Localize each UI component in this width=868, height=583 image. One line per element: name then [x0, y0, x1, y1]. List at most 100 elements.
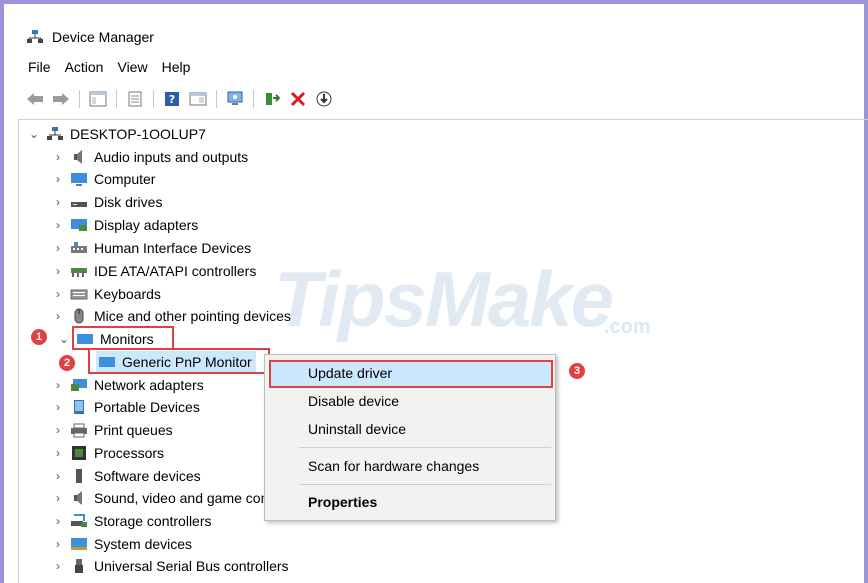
- system-device-icon: [70, 536, 88, 552]
- tree-item-label: Universal Serial Bus controllers: [94, 558, 289, 574]
- portable-device-icon: [70, 399, 88, 415]
- chevron-right-icon[interactable]: ›: [52, 514, 64, 528]
- menu-item-scan-hardware[interactable]: Scan for hardware changes: [308, 458, 479, 474]
- tree-root[interactable]: ⌄ DESKTOP-1OOLUP7: [28, 123, 206, 145]
- tree-item-display-adapters[interactable]: › Display adapters: [52, 214, 198, 236]
- tree-item-hid[interactable]: › Human Interface Devices: [52, 237, 251, 259]
- speaker-icon: [70, 490, 88, 506]
- title-bar: Device Manager: [26, 26, 154, 48]
- computer-network-icon: [46, 126, 64, 142]
- chevron-right-icon[interactable]: ›: [52, 287, 64, 301]
- chevron-right-icon[interactable]: ›: [52, 218, 64, 232]
- tree-item-label: Processors: [94, 445, 165, 461]
- toolbar-separator: [79, 90, 80, 108]
- processor-icon: [70, 445, 88, 461]
- scan-hardware-icon[interactable]: [224, 88, 246, 110]
- tree-item-label: Print queues: [94, 422, 173, 438]
- menu-item-disable-device[interactable]: Disable device: [308, 393, 399, 409]
- toolbar-separator: [253, 90, 254, 108]
- callout-badge-2: 2: [58, 354, 76, 372]
- window-title: Device Manager: [52, 29, 154, 45]
- menu-view[interactable]: View: [117, 59, 147, 75]
- menu-item-uninstall-device[interactable]: Uninstall device: [308, 421, 406, 437]
- menu-item-update-driver[interactable]: Update driver: [308, 365, 392, 381]
- help-icon[interactable]: ?: [161, 88, 183, 110]
- keyboard-icon: [70, 286, 88, 302]
- context-menu: Update driver Disable device Uninstall d…: [264, 354, 556, 521]
- usb-icon: [70, 558, 88, 574]
- tree-item-usb[interactable]: › Universal Serial Bus controllers: [52, 555, 289, 577]
- speaker-icon: [70, 149, 88, 165]
- tree-item-keyboards[interactable]: › Keyboards: [52, 283, 161, 305]
- chevron-right-icon[interactable]: ›: [52, 264, 64, 278]
- tree-root-label: DESKTOP-1OOLUP7: [70, 126, 206, 142]
- show-hide-console-tree-icon[interactable]: [87, 88, 109, 110]
- chevron-down-icon[interactable]: ⌄: [58, 332, 70, 346]
- storage-controller-icon: [70, 513, 88, 529]
- hid-icon: [70, 240, 88, 256]
- toolbar-separator: [153, 90, 154, 108]
- chevron-right-icon[interactable]: ›: [52, 559, 64, 573]
- tree-item-label: Software devices: [94, 468, 201, 484]
- tree-item-ide[interactable]: › IDE ATA/ATAPI controllers: [52, 260, 256, 282]
- menu-bar: File Action View Help: [28, 59, 190, 75]
- ide-controller-icon: [70, 263, 88, 279]
- callout-badge-1: 1: [30, 328, 48, 346]
- tree-item-label: Human Interface Devices: [94, 240, 252, 256]
- action-pane-icon[interactable]: [187, 88, 209, 110]
- disk-drive-icon: [70, 194, 88, 210]
- software-device-icon: [70, 468, 88, 484]
- chevron-right-icon[interactable]: ›: [52, 195, 64, 209]
- chevron-down-icon[interactable]: ⌄: [28, 127, 40, 141]
- tree-item-label: Display adapters: [94, 217, 199, 233]
- tree-item-print[interactable]: › Print queues: [52, 419, 173, 441]
- svg-text:?: ?: [169, 93, 175, 106]
- tree-item-computer[interactable]: › Computer: [52, 168, 155, 190]
- tree-item-label: Disk drives: [94, 194, 163, 210]
- back-arrow-icon[interactable]: [24, 88, 46, 110]
- tree-item-software[interactable]: › Software devices: [52, 465, 201, 487]
- mouse-icon: [70, 308, 88, 324]
- toolbar-separator: [116, 90, 117, 108]
- properties-icon[interactable]: [124, 88, 146, 110]
- menu-help[interactable]: Help: [162, 59, 191, 75]
- tree-item-label: System devices: [94, 536, 193, 552]
- tree-item-label: Storage controllers: [94, 513, 212, 529]
- chevron-right-icon[interactable]: ›: [52, 172, 64, 186]
- chevron-right-icon[interactable]: ›: [52, 423, 64, 437]
- update-driver-icon[interactable]: [313, 88, 335, 110]
- uninstall-device-icon[interactable]: [287, 88, 309, 110]
- chevron-right-icon[interactable]: ›: [52, 446, 64, 460]
- tree-item-processors[interactable]: › Processors: [52, 442, 164, 464]
- tree-item-disk-drives[interactable]: › Disk drives: [52, 191, 162, 213]
- tree-item-storage[interactable]: › Storage controllers: [52, 510, 212, 532]
- menu-action[interactable]: Action: [65, 59, 104, 75]
- chevron-right-icon[interactable]: ›: [52, 400, 64, 414]
- tree-item-audio[interactable]: › Audio inputs and outputs: [52, 146, 248, 168]
- menu-file[interactable]: File: [28, 59, 51, 75]
- callout-badge-3: 3: [568, 362, 586, 380]
- printer-icon: [70, 422, 88, 438]
- highlight-generic-pnp-monitor: [88, 348, 270, 374]
- chevron-right-icon[interactable]: ›: [52, 378, 64, 392]
- chevron-right-icon[interactable]: ›: [52, 150, 64, 164]
- menu-item-properties[interactable]: Properties: [308, 494, 377, 510]
- forward-arrow-icon[interactable]: [50, 88, 72, 110]
- chevron-right-icon[interactable]: ›: [52, 537, 64, 551]
- chevron-right-icon[interactable]: ›: [52, 469, 64, 483]
- tree-item-label: Audio inputs and outputs: [94, 149, 249, 165]
- tree-item-portable[interactable]: › Portable Devices: [52, 396, 200, 418]
- tree-item-mice[interactable]: › Mice and other pointing devices: [52, 305, 291, 327]
- chevron-right-icon[interactable]: ›: [52, 241, 64, 255]
- enable-device-icon[interactable]: [261, 88, 283, 110]
- chevron-right-icon[interactable]: ›: [52, 491, 64, 505]
- watermark-suffix: .com: [604, 316, 651, 338]
- tree-item-system[interactable]: › System devices: [52, 533, 192, 555]
- tree-item-label: Portable Devices: [94, 399, 200, 415]
- tree-item-label: Network adapters: [94, 377, 204, 393]
- chevron-right-icon[interactable]: ›: [52, 309, 64, 323]
- toolbar-separator: [216, 90, 217, 108]
- tree-item-network[interactable]: › Network adapters: [52, 374, 204, 396]
- device-manager-icon: [26, 29, 44, 45]
- tree-item-label: Computer: [94, 171, 156, 187]
